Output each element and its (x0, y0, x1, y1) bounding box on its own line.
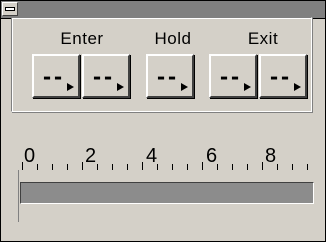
system-menu-button[interactable] (2, 2, 18, 16)
scale-minor-tick (157, 164, 158, 170)
scale-minor-tick (247, 164, 248, 170)
scale-minor-tick (67, 164, 68, 170)
scale-minor-tick (172, 164, 173, 170)
scale-minor-tick (292, 164, 293, 170)
arrow-right-icon (117, 83, 124, 91)
arrow-right-icon (294, 83, 301, 91)
scale-minor-tick (112, 164, 113, 170)
scale-label-6: 6 (206, 145, 218, 167)
scale-label-2: 2 (85, 145, 97, 167)
enter-button-2[interactable]: -- (82, 54, 130, 98)
progress-bar (20, 182, 314, 204)
system-menu-icon (5, 7, 15, 11)
exit-2-value: -- (268, 65, 291, 89)
enter-label: Enter (60, 29, 104, 48)
scale-major-tick (202, 162, 203, 170)
scale-left-edge (18, 170, 19, 222)
exit-button-2[interactable]: -- (259, 54, 307, 98)
scale-major-tick (262, 162, 263, 170)
progress-fill (21, 183, 313, 203)
scale-major-tick (142, 162, 143, 170)
exit-label: Exit (247, 29, 279, 48)
scale-minor-tick (187, 164, 188, 170)
scale-minor-tick (37, 164, 38, 170)
scale-major-tick (22, 162, 23, 170)
scale-minor-tick (307, 164, 308, 170)
enter-1-value: -- (41, 65, 64, 89)
scale-label-4: 4 (146, 145, 158, 167)
arrow-right-icon (244, 83, 251, 91)
scale-minor-tick (97, 164, 98, 170)
scale-label-8: 8 (265, 145, 277, 167)
arrow-right-icon (181, 83, 188, 91)
scale-minor-tick (277, 164, 278, 170)
hold-button[interactable]: -- (146, 54, 194, 98)
enter-button-1[interactable]: -- (32, 54, 80, 98)
scale-minor-tick (127, 164, 128, 170)
hold-label: Hold (154, 29, 192, 48)
exit-button-1[interactable]: -- (209, 54, 257, 98)
scale-minor-tick (232, 164, 233, 170)
scale-major-tick (82, 162, 83, 170)
arrow-right-icon (67, 83, 74, 91)
enter-2-value: -- (91, 65, 114, 89)
scale-minor-tick (52, 164, 53, 170)
exit-1-value: -- (218, 65, 241, 89)
hold-value: -- (155, 65, 178, 89)
scale-minor-tick (217, 164, 218, 170)
scale-label-0: 0 (24, 145, 36, 167)
